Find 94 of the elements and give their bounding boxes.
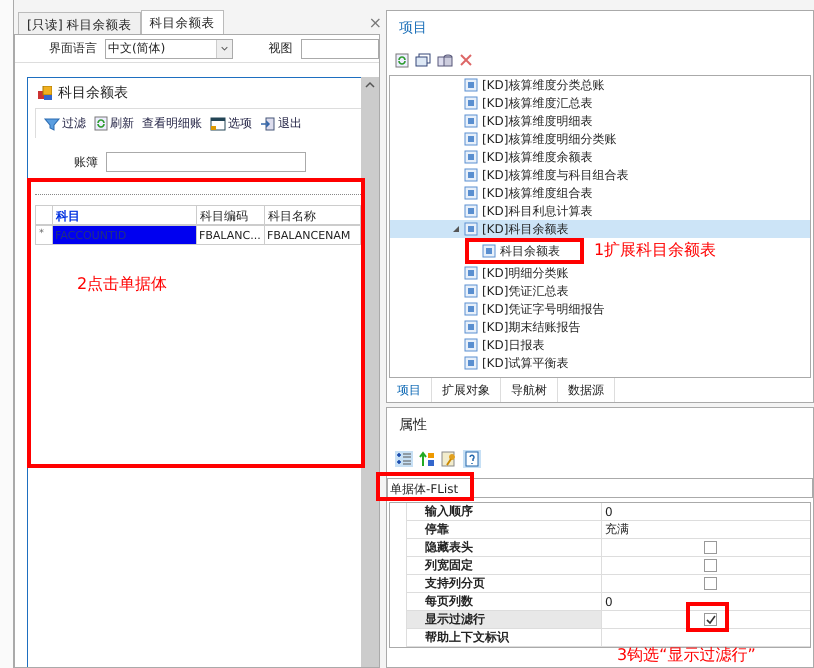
property-row[interactable]: 显示过滤行 (406, 611, 810, 630)
panel-tab[interactable]: 扩展对象 (432, 378, 501, 402)
dropdown-icon[interactable] (216, 40, 232, 58)
key-icon[interactable] (441, 451, 457, 468)
form-icon (38, 86, 52, 100)
property-row[interactable]: 隐藏表头 (406, 539, 810, 558)
report-icon (464, 320, 478, 334)
report-icon (464, 222, 478, 236)
tree-item[interactable]: [KD]核算维度明细分类账 (464, 130, 616, 148)
panel-title: 属性 (399, 416, 427, 434)
table-cell: FBALANCENAM (265, 225, 361, 245)
new-row-marker: * (35, 225, 53, 245)
view-label: 视图 (268, 40, 293, 57)
panel-tab[interactable]: 数据源 (558, 378, 615, 402)
table-cell: FACCOUNTID (53, 225, 197, 245)
delete-icon[interactable] (459, 53, 473, 67)
checkbox[interactable] (704, 559, 717, 572)
tree-item[interactable]: [KD]科目利息计算表 (464, 202, 592, 220)
report-icon (464, 96, 478, 110)
highlight-frame (686, 602, 729, 632)
tree-item[interactable]: [KD]核算维度与科目组合表 (464, 166, 628, 184)
row-header (35, 205, 53, 225)
tree-item[interactable]: [KD]试算平衡表 (464, 354, 568, 372)
report-icon (464, 78, 478, 92)
tree-item[interactable]: [KD]核算维度明细表 (464, 112, 592, 130)
scroll-up-icon[interactable] (365, 81, 375, 89)
report-icon (464, 302, 478, 316)
checkbox[interactable] (704, 577, 717, 590)
report-icon (464, 338, 478, 352)
tree-item[interactable]: [KD]核算维度组合表 (464, 184, 592, 202)
report-icon (482, 244, 496, 258)
checkbox[interactable] (704, 613, 717, 626)
toolbar-button[interactable]: 查看明细账 (142, 115, 202, 132)
toolbar-button[interactable]: 退出 (260, 115, 302, 132)
table-cell: FBALANC... (197, 225, 265, 245)
report-icon (464, 150, 478, 164)
tree-item[interactable]: [KD]明细分类账 (464, 264, 568, 282)
view-field[interactable] (300, 38, 379, 58)
object-field[interactable]: 单据体-FList (387, 478, 813, 498)
property-row[interactable]: 支持列分页 (406, 575, 810, 594)
windows-icon[interactable] (415, 53, 431, 67)
report-icon (464, 266, 478, 280)
help-icon[interactable] (463, 450, 481, 468)
panel-tab[interactable]: 项目 (387, 378, 432, 402)
database-icon[interactable] (437, 53, 453, 67)
tree-item[interactable]: [KD]核算维度分类总账 (464, 76, 604, 94)
panel-title: 项目 (399, 19, 427, 37)
categorized-icon[interactable] (395, 451, 413, 468)
report-icon (464, 132, 478, 146)
column-header[interactable]: 科目名称 (265, 205, 361, 225)
annotation: 3钩选“显示过滤行” (617, 645, 756, 666)
form-title: 科目余额表 (58, 84, 128, 102)
tree-item[interactable]: [KD]核算维度汇总表 (464, 94, 592, 112)
report-icon (464, 168, 478, 182)
filter-icon (44, 116, 60, 130)
annotation: 1扩展科目余额表 (594, 240, 716, 261)
property-row[interactable]: 输入顺序 0 (406, 503, 810, 522)
tree-item[interactable]: [KD]凭证汇总表 (464, 282, 568, 300)
tree-item[interactable]: [KD]凭证字号明细报告 (464, 300, 604, 318)
expander-icon[interactable] (452, 225, 460, 233)
calendar-icon (210, 116, 226, 130)
tree-item[interactable]: 科目余额表 (482, 242, 560, 260)
report-icon (464, 204, 478, 218)
book-field[interactable] (106, 152, 306, 172)
tree-item[interactable]: [KD]科目余额表 (390, 220, 810, 238)
book-label: 账簿 (74, 154, 98, 170)
refresh-icon (94, 116, 108, 131)
annotation: 2点击单据体 (77, 274, 168, 295)
property-row[interactable]: 每页列数 0 (406, 593, 810, 612)
report-icon (464, 114, 478, 128)
editor-tab[interactable]: 科目余额表 (140, 10, 224, 34)
refresh-icon[interactable] (395, 52, 409, 68)
property-row[interactable]: 停靠 充满 (406, 521, 810, 540)
panel-tab[interactable]: 导航树 (501, 378, 558, 402)
close-button[interactable]: × (368, 12, 382, 32)
check-icon (706, 615, 716, 624)
editor-tab[interactable]: [只读] 科目余额表 (18, 12, 141, 34)
report-icon (464, 186, 478, 200)
report-icon (464, 284, 478, 298)
tree-item[interactable]: [KD]日报表 (464, 336, 544, 354)
toolbar-button[interactable]: 选项 (210, 115, 252, 132)
exit-icon (260, 116, 276, 130)
property-row[interactable]: 帮助上下文标识 (406, 629, 810, 648)
tree-item[interactable]: [KD]期末结账报告 (464, 318, 580, 336)
checkbox[interactable] (704, 541, 717, 554)
property-row[interactable]: 列宽固定 (406, 557, 810, 576)
toolbar-button[interactable]: 刷新 (94, 115, 134, 132)
sort-icon[interactable] (419, 451, 435, 468)
toolbar-button[interactable]: 过滤 (44, 115, 86, 132)
tree-item[interactable]: [KD]核算维度余额表 (464, 148, 592, 166)
column-header[interactable]: 科目 (53, 205, 197, 225)
language-label: 界面语言 (49, 40, 97, 57)
report-icon (464, 356, 478, 370)
language-select[interactable]: 中文(简体) (105, 38, 233, 58)
